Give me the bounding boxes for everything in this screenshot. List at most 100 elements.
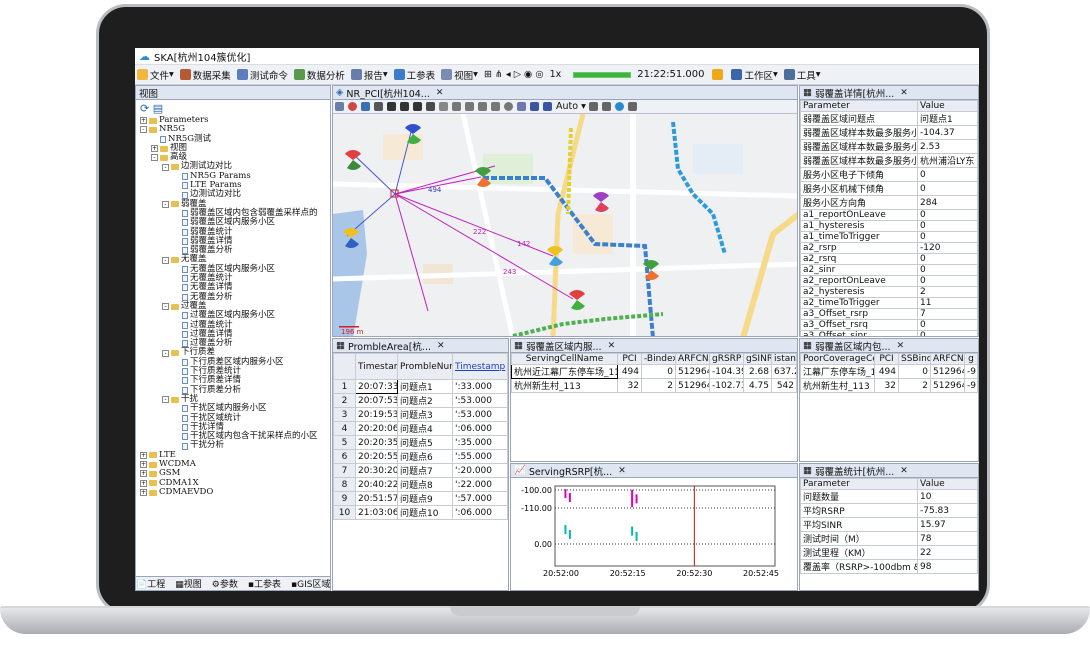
tree-node[interactable]: + 视图 (136, 143, 330, 153)
table-row[interactable]: a1_hysteresis 0 (800, 220, 978, 232)
table-row[interactable]: 8 20:40:22 问题点8 ':22.000 (333, 477, 508, 492)
table-row[interactable]: 1 20:07:33 问题点1 ':33.000 (333, 379, 508, 394)
expand-icon[interactable]: + (140, 489, 147, 497)
antenna-icon[interactable] (543, 102, 552, 111)
expand-icon[interactable]: + (151, 145, 158, 153)
col-parameter[interactable]: Parameter (800, 478, 918, 490)
globe-icon[interactable] (614, 102, 624, 111)
table-row[interactable]: 平均RSRP -75.83 (800, 503, 978, 518)
collapse-icon[interactable]: - (162, 349, 169, 357)
menu-workspace[interactable]: 工作区 ▾ (731, 68, 778, 82)
map-canvas[interactable]: 494 222 142 243 196 m (333, 114, 798, 337)
menu-data-collect[interactable]: 数据采集 (179, 68, 231, 82)
table-row[interactable]: a2_reportOnLeave 0 (800, 275, 978, 287)
expand-icon[interactable]: + (140, 461, 147, 469)
column-header[interactable]: gSINR (743, 353, 772, 365)
collapse-icon[interactable]: - (162, 303, 169, 311)
tree-node[interactable]: 弱覆盖详情 (136, 236, 330, 246)
tree-node[interactable]: 过覆盖详情 (136, 329, 330, 339)
line-icon[interactable] (478, 102, 487, 111)
collapse-icon[interactable]: - (140, 126, 147, 134)
tree-node[interactable]: 下行质差分析 (136, 385, 330, 395)
table-row[interactable]: 10 21:03:06 问题点10 ':06.000 (333, 505, 508, 520)
close-icon[interactable]: ✕ (897, 341, 905, 351)
table-row[interactable]: 覆盖率（RSRP>-100dbm & S 98 (800, 559, 978, 574)
menu-cell-params[interactable]: 工参表 (393, 68, 435, 82)
measure-icon[interactable] (588, 102, 598, 111)
tree-node[interactable]: 无覆盖区域内服务小区 (136, 264, 330, 274)
sector-icon[interactable] (517, 102, 526, 111)
locate-icon[interactable] (413, 102, 422, 111)
column-header[interactable]: g (964, 353, 978, 365)
select-icon[interactable] (361, 102, 370, 111)
column-header[interactable]: istance (771, 353, 797, 365)
pin-icon[interactable] (426, 102, 435, 111)
pan-icon[interactable] (374, 102, 383, 111)
menu-tools[interactable]: 工具 ▾ (783, 68, 821, 82)
table-row[interactable]: 弱覆盖区域问题点 问题点1 (800, 111, 978, 126)
collapse-icon[interactable]: - (162, 256, 169, 264)
table-row[interactable]: 弱覆盖区域样本数最多服务小 -104.37 (800, 125, 978, 140)
collapse-icon[interactable]: - (162, 200, 169, 208)
table-row[interactable]: 3 20:19:53 问题点3 ':53.000 (333, 407, 508, 422)
table-row[interactable]: 9 20:51:57 问题点9 ':57.000 (333, 491, 508, 506)
tree-node[interactable]: 弱覆盖分析 (136, 245, 330, 255)
table-row[interactable]: a3_Offset_rsrp 7 (800, 308, 978, 320)
collapse-icon[interactable]: - (151, 154, 158, 162)
table-row[interactable]: 服务小区方向角 284 (800, 195, 978, 210)
tree-node[interactable]: 干扰区域统计 (136, 413, 330, 423)
speed-select[interactable]: 1x (550, 69, 562, 80)
table-row[interactable]: 杭州新生村_113 32 2 512964 -102.73 4.75 542 (511, 378, 797, 393)
column-header[interactable]: PCI (617, 353, 642, 365)
tree-node[interactable]: 过覆盖分析 (136, 338, 330, 348)
tree-node[interactable]: + CDMAEVDO (136, 487, 330, 497)
column-header[interactable]: PCI (874, 353, 899, 365)
menu-data-analysis[interactable]: 数据分析 (293, 68, 345, 82)
table-row[interactable]: a2_timeToTrigger 11 (800, 297, 978, 309)
cell-icon[interactable] (530, 102, 539, 111)
tab-gis-area[interactable]: ▪GIS区域 (291, 577, 330, 590)
record-icon[interactable] (348, 102, 357, 111)
tree-node[interactable]: 无覆盖分析 (136, 292, 330, 302)
table-row[interactable]: 杭州新生村_113 32 2 512964 -9 (800, 378, 978, 393)
tab-project[interactable]: 📄工程 (136, 577, 170, 590)
menu-view[interactable]: 视图 ▾ (441, 68, 478, 82)
refresh-icon[interactable]: ⟳ (140, 102, 149, 115)
expand-icon[interactable]: + (140, 117, 147, 125)
table-row[interactable]: a2_sinr 0 (800, 264, 978, 276)
target-icon[interactable] (601, 102, 611, 111)
circle-icon[interactable] (504, 102, 513, 111)
table-row[interactable]: 平均SINR 15.97 (800, 517, 978, 532)
tree-node[interactable]: 过覆盖区域内服务小区 (136, 310, 330, 320)
close-icon[interactable]: ✕ (618, 466, 626, 476)
menu-report[interactable]: 报告 ▾ (350, 68, 388, 82)
tree-node[interactable]: NR5G测试 (136, 134, 330, 144)
table-row[interactable]: a2_hysteresis 2 (800, 286, 978, 298)
column-header[interactable]: PoorCoverageCell (800, 353, 875, 365)
col-timestamp-2[interactable]: Timestamp (452, 353, 508, 380)
table-row[interactable]: a1_reportOnLeave 0 (800, 209, 978, 221)
tab-cell-table[interactable]: ▪工参表 (248, 577, 286, 590)
tree-node[interactable]: 无覆盖详情 (136, 283, 330, 292)
tree-node[interactable]: 干扰区域内包含干扰采样点的小区 (136, 431, 330, 441)
table-row[interactable]: a1_timeToTrigger 0 (800, 231, 978, 243)
expand-icon[interactable]: + (140, 451, 147, 459)
col-timestamp[interactable]: Timestamp (355, 353, 398, 380)
table-row[interactable]: a2_rsrq 0 (800, 253, 978, 265)
grid-icon[interactable] (439, 102, 448, 111)
tab-params[interactable]: ⚙参数 (212, 577, 243, 590)
col-problem-num[interactable]: PrombleNum (397, 353, 453, 380)
collapse-icon[interactable]: - (162, 163, 169, 171)
table-row[interactable]: a3_Offset_sinr 0 (800, 330, 978, 336)
layers-icon[interactable] (335, 102, 344, 111)
menu-test-command[interactable]: 测试命令 (236, 68, 288, 82)
table-row[interactable]: 2 20:07:53 问题点2 ':53.000 (333, 393, 508, 408)
tree-node[interactable]: - 高级 (136, 152, 330, 162)
col-parameter[interactable]: Parameter (800, 100, 918, 112)
column-header[interactable]: ARFCN (930, 353, 965, 365)
column-header[interactable]: gRSRP (709, 353, 744, 365)
column-header[interactable]: -Bindex (641, 353, 676, 365)
col-value[interactable]: Value (917, 100, 978, 112)
column-header[interactable]: ServingCellName (511, 353, 618, 365)
tree-node[interactable]: - NR5G (136, 124, 330, 134)
